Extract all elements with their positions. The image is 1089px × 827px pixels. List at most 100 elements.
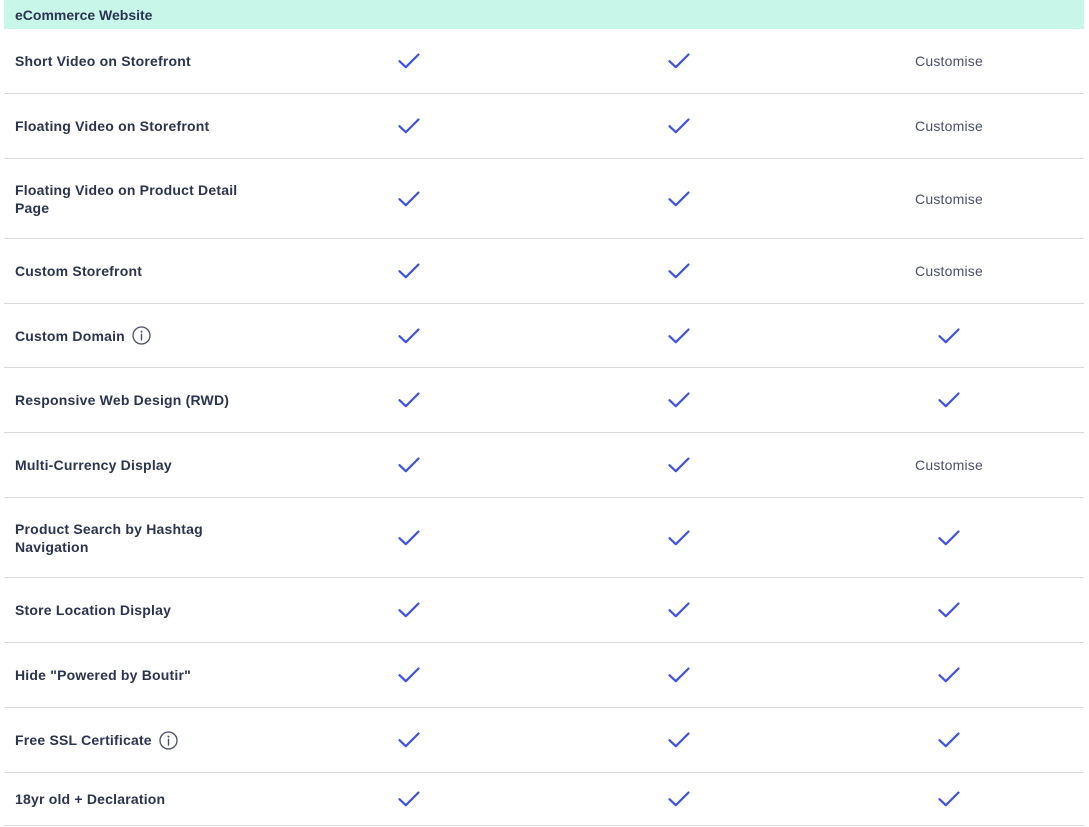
checkmark-icon: [938, 392, 960, 408]
table-row: Product Search by Hashtag Navigation: [4, 498, 1084, 578]
table-row: Responsive Web Design (RWD): [4, 368, 1084, 433]
feature-label: Free SSL Certificate: [15, 732, 152, 748]
plan-cell-2: [544, 667, 814, 683]
checkmark-icon: [398, 392, 420, 408]
customise-label: Customise: [915, 263, 983, 279]
plan-cell-2: [544, 791, 814, 807]
feature-name: 18yr old + Declaration: [4, 790, 274, 808]
plan-cell-3: Customise: [814, 53, 1084, 69]
plan-cell-1: [274, 327, 544, 344]
feature-name: Floating Video on Product Detail Page: [4, 181, 274, 217]
checkmark-icon: [398, 457, 420, 473]
plan-cell-1: [274, 667, 544, 683]
plan-cell-2: [544, 190, 814, 207]
customise-label: Customise: [915, 118, 983, 134]
feature-label: Short Video on Storefront: [15, 53, 191, 69]
plan-cell-1: [274, 791, 544, 807]
feature-rows: Short Video on Storefront Customise Floati…: [4, 29, 1084, 826]
table-row: Floating Video on Storefront Customise: [4, 94, 1084, 159]
checkmark-icon: [668, 457, 690, 473]
customise-label: Customise: [915, 53, 983, 69]
checkmark-icon: [668, 118, 690, 134]
table-row: Custom Domain: [4, 304, 1084, 368]
feature-label: Multi-Currency Display: [15, 457, 172, 473]
checkmark-icon: [938, 602, 960, 618]
plan-cell-3: [814, 392, 1084, 408]
feature-label: Hide "Powered by Boutir": [15, 667, 191, 683]
checkmark-icon: [398, 53, 420, 69]
plan-cell-3: Customise: [814, 263, 1084, 279]
section-header: eCommerce Website: [4, 0, 1084, 29]
feature-label: Floating Video on Storefront: [15, 118, 210, 134]
checkmark-icon: [668, 263, 690, 279]
plan-cell-2: [544, 327, 814, 344]
section-title: eCommerce Website: [15, 6, 153, 23]
feature-comparison-table: eCommerce Website Short Video on Storefr…: [4, 0, 1084, 826]
info-icon[interactable]: [132, 326, 151, 345]
info-icon[interactable]: [159, 730, 178, 750]
table-row: Hide "Powered by Boutir": [4, 643, 1084, 708]
feature-name: Short Video on Storefront: [4, 52, 274, 70]
checkmark-icon: [668, 602, 690, 618]
checkmark-icon: [668, 327, 690, 344]
plan-cell-3: [814, 529, 1084, 546]
checkmark-icon: [398, 667, 420, 683]
plan-cell-2: [544, 263, 814, 279]
checkmark-icon: [938, 667, 960, 683]
customise-label: Customise: [915, 457, 983, 473]
table-row: Multi-Currency Display Customise: [4, 433, 1084, 498]
plan-cell-3: Customise: [814, 457, 1084, 473]
checkmark-icon: [938, 791, 960, 807]
feature-name: Multi-Currency Display: [4, 456, 274, 474]
checkmark-icon: [398, 263, 420, 279]
plan-cell-2: [544, 732, 814, 748]
checkmark-icon: [668, 667, 690, 683]
feature-label: Product Search by Hashtag Navigation: [15, 520, 203, 555]
feature-label: Floating Video on Product Detail Page: [15, 181, 238, 216]
feature-name: Hide "Powered by Boutir": [4, 666, 274, 684]
feature-name: Responsive Web Design (RWD): [4, 391, 274, 409]
checkmark-icon: [668, 791, 690, 807]
feature-label: Custom Storefront: [15, 263, 143, 279]
checkmark-icon: [938, 529, 960, 546]
checkmark-icon: [398, 732, 420, 748]
customise-label: Customise: [915, 190, 983, 207]
table-row: Short Video on Storefront Customise: [4, 29, 1084, 94]
table-row: Floating Video on Product Detail Page Cus…: [4, 159, 1084, 239]
checkmark-icon: [938, 327, 960, 344]
feature-name: Product Search by Hashtag Navigation: [4, 520, 274, 556]
checkmark-icon: [668, 732, 690, 748]
feature-name: Custom Domain: [4, 326, 274, 345]
feature-name: Custom Storefront: [4, 262, 274, 280]
plan-cell-2: [544, 457, 814, 473]
feature-name: Free SSL Certificate: [4, 730, 274, 750]
table-row: Custom Storefront Customise: [4, 239, 1084, 304]
plan-cell-2: [544, 53, 814, 69]
plan-cell-1: [274, 118, 544, 134]
table-row: 18yr old + Declaration: [4, 773, 1084, 826]
plan-cell-3: [814, 791, 1084, 807]
checkmark-icon: [668, 392, 690, 408]
plan-cell-3: [814, 667, 1084, 683]
plan-cell-3: [814, 602, 1084, 618]
feature-label: Store Location Display: [15, 602, 172, 618]
feature-name: Floating Video on Storefront: [4, 117, 274, 135]
plan-cell-3: [814, 732, 1084, 748]
table-row: Free SSL Certificate: [4, 708, 1084, 773]
plan-cell-1: [274, 392, 544, 408]
checkmark-icon: [398, 190, 420, 207]
plan-cell-3: Customise: [814, 118, 1084, 134]
feature-label: 18yr old + Declaration: [15, 791, 166, 807]
checkmark-icon: [938, 732, 960, 748]
checkmark-icon: [398, 602, 420, 618]
plan-cell-2: [544, 118, 814, 134]
plan-cell-1: [274, 529, 544, 546]
table-row: Store Location Display: [4, 578, 1084, 643]
plan-cell-2: [544, 392, 814, 408]
checkmark-icon: [398, 791, 420, 807]
feature-label: Custom Domain: [15, 327, 125, 344]
checkmark-icon: [668, 190, 690, 207]
plan-cell-2: [544, 529, 814, 546]
plan-cell-3: Customise: [814, 191, 1084, 207]
plan-cell-3: [814, 327, 1084, 344]
